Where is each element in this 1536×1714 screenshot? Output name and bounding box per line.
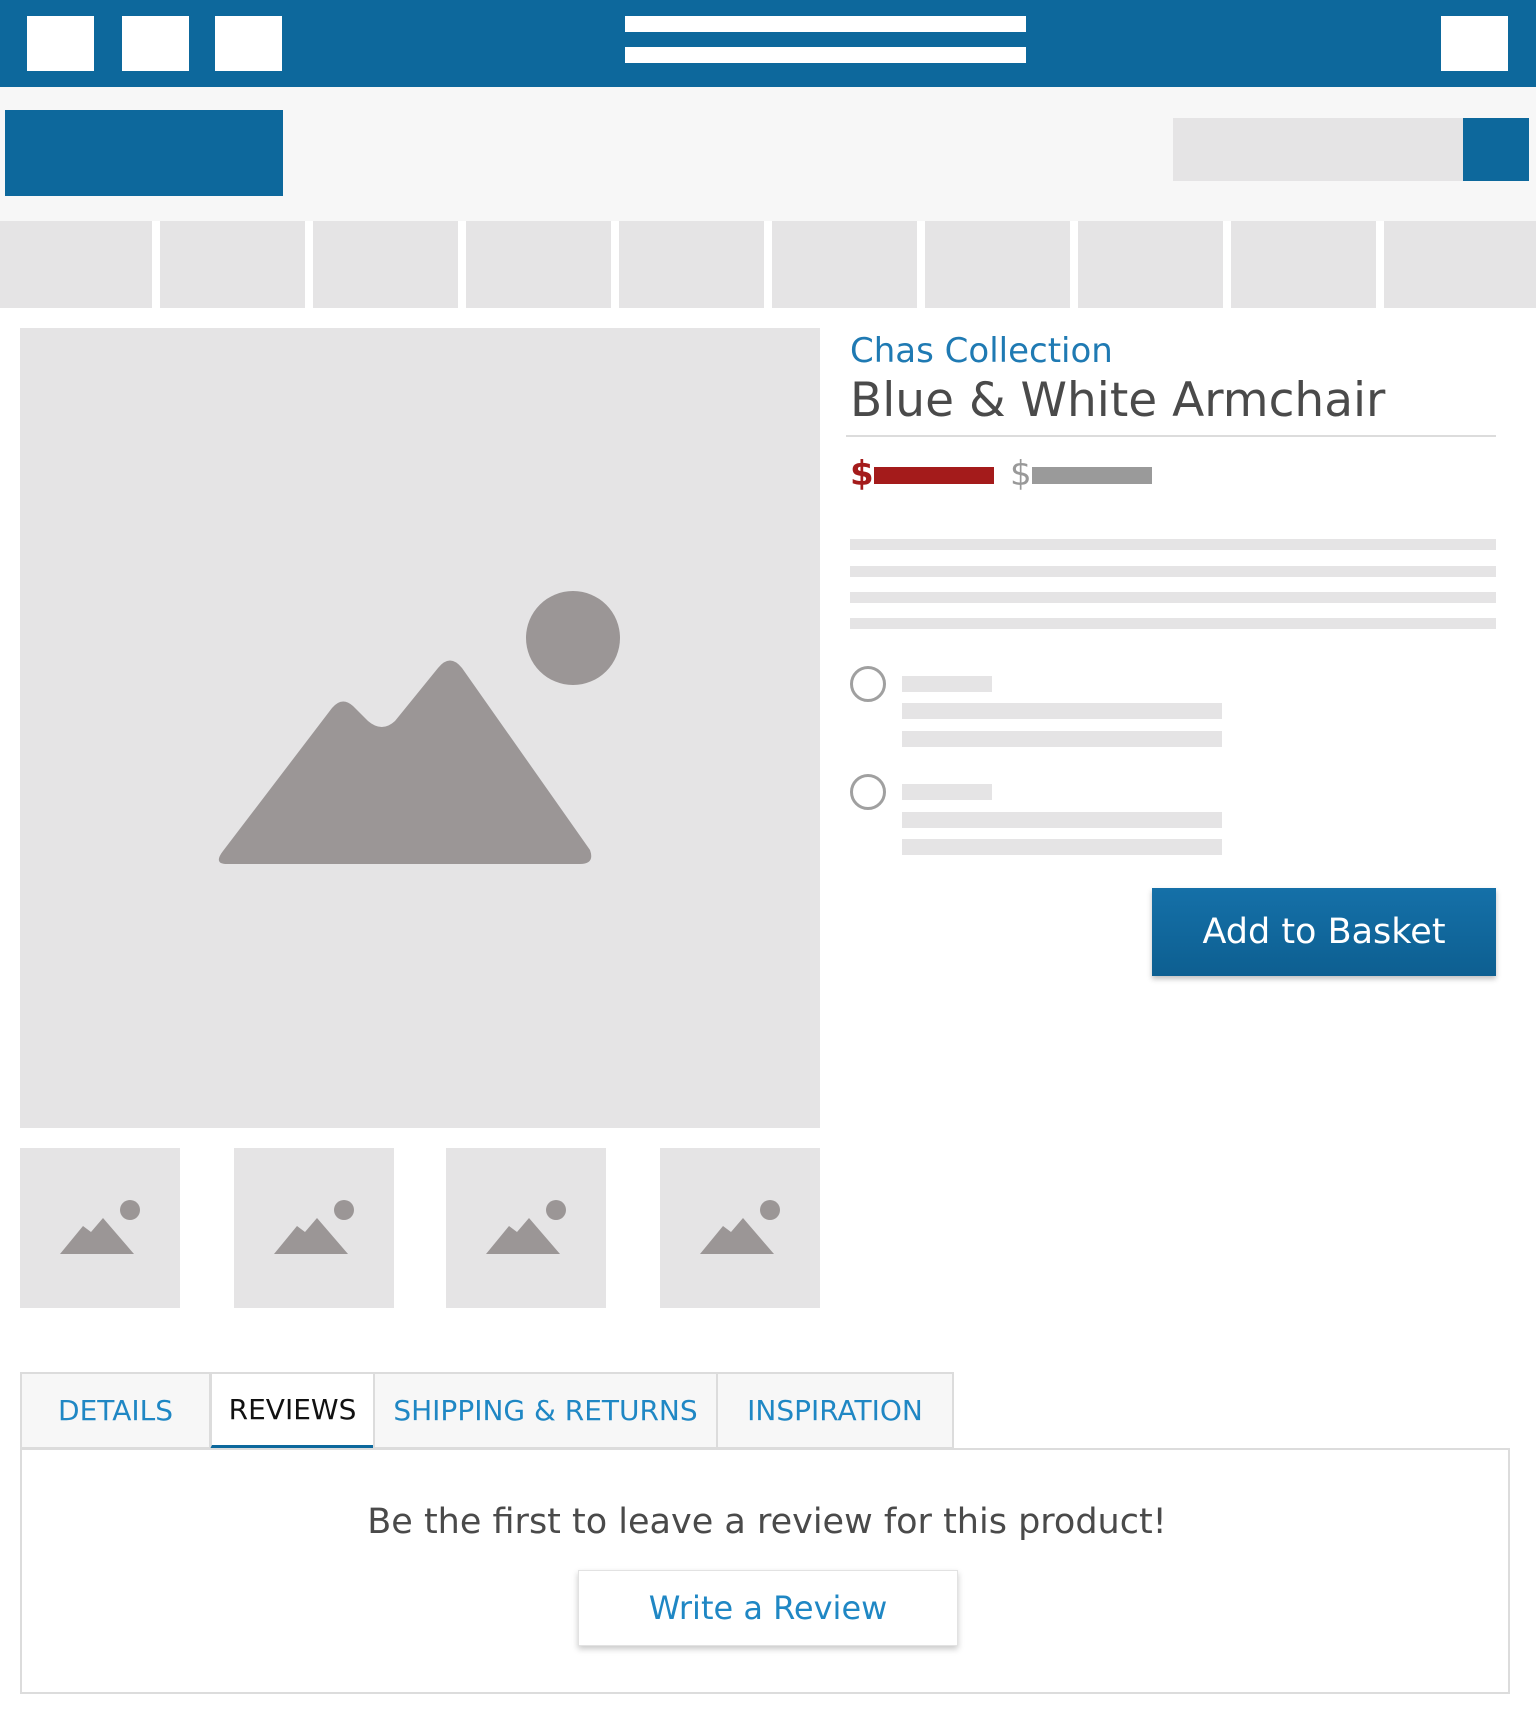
nav-item-4[interactable] xyxy=(466,221,611,308)
tab-details[interactable]: DETAILS xyxy=(20,1372,211,1449)
thumbnail-4[interactable] xyxy=(660,1148,820,1308)
top-bar xyxy=(0,0,1536,87)
thumbnail-1[interactable] xyxy=(20,1148,180,1308)
image-placeholder-icon xyxy=(700,1200,780,1254)
nav-item-6[interactable] xyxy=(772,221,917,308)
option-radio-1[interactable] xyxy=(850,666,886,702)
option-2-label xyxy=(902,784,992,800)
top-bar-icon-2[interactable] xyxy=(122,16,189,71)
reviews-panel: Be the first to leave a review for this … xyxy=(20,1448,1510,1694)
site-logo[interactable] xyxy=(5,110,283,196)
tab-inspiration[interactable]: INSPIRATION xyxy=(716,1372,954,1449)
nav-item-8[interactable] xyxy=(1078,221,1223,308)
write-review-button[interactable]: Write a Review xyxy=(578,1570,958,1646)
top-bar-icon-3[interactable] xyxy=(215,16,282,71)
image-placeholder-icon xyxy=(274,1200,354,1254)
option-radio-2[interactable] xyxy=(850,774,886,810)
sale-price-value xyxy=(874,467,994,484)
thumbnail-3[interactable] xyxy=(446,1148,606,1308)
top-bar-icon-right[interactable] xyxy=(1441,16,1508,71)
search-button[interactable] xyxy=(1463,118,1529,181)
option-1-label xyxy=(902,676,992,692)
tab-shipping-returns[interactable]: SHIPPING & RETURNS xyxy=(373,1372,718,1449)
tab-reviews[interactable]: REVIEWS xyxy=(210,1372,375,1449)
nav-item-7[interactable] xyxy=(925,221,1070,308)
thumbnail-2[interactable] xyxy=(234,1148,394,1308)
top-bar-icon-1[interactable] xyxy=(27,16,94,71)
collection-link[interactable]: Chas Collection xyxy=(850,331,1113,371)
product-title: Blue & White Armchair xyxy=(850,373,1386,428)
main-nav xyxy=(0,221,1536,308)
nav-item-1[interactable] xyxy=(0,221,152,308)
nav-item-2[interactable] xyxy=(160,221,305,308)
nav-item-3[interactable] xyxy=(313,221,458,308)
no-reviews-message: Be the first to leave a review for this … xyxy=(367,1502,1167,1542)
image-placeholder-icon xyxy=(218,591,620,864)
main-product-image[interactable] xyxy=(20,328,820,1128)
nav-item-9[interactable] xyxy=(1231,221,1376,308)
sale-price-symbol: $ xyxy=(850,454,874,494)
nav-item-5[interactable] xyxy=(619,221,764,308)
original-price-value xyxy=(1032,467,1152,484)
search-input[interactable] xyxy=(1173,118,1463,181)
nav-item-10[interactable] xyxy=(1384,221,1536,308)
original-price-symbol: $ xyxy=(1010,454,1032,494)
image-placeholder-icon xyxy=(486,1200,566,1254)
add-to-basket-button[interactable]: Add to Basket xyxy=(1152,888,1496,976)
title-divider xyxy=(846,435,1496,437)
image-placeholder-icon xyxy=(60,1200,140,1254)
product-page: Chas Collection Blue & White Armchair $ … xyxy=(0,0,1536,1714)
